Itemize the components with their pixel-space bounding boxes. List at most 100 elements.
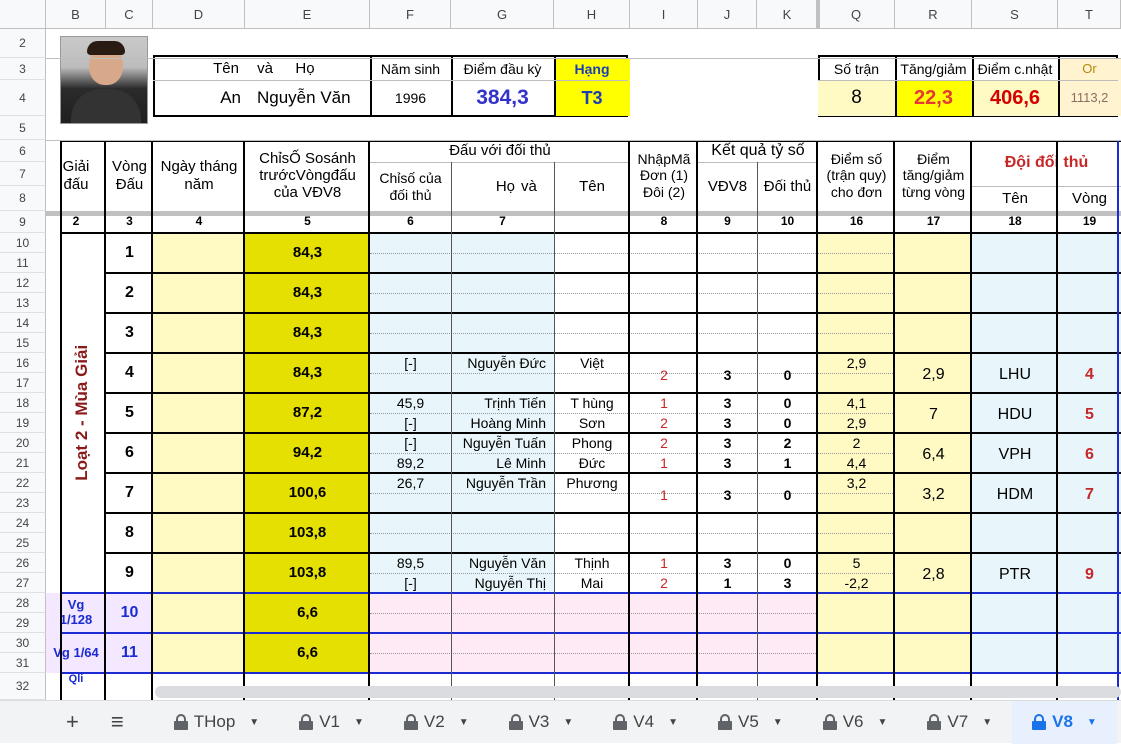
add-sheet-button[interactable]: +: [0, 701, 107, 744]
row-header-18[interactable]: 18: [0, 393, 46, 413]
column-header-d[interactable]: D: [153, 0, 245, 29]
input-code-cell[interactable]: 1: [630, 477, 698, 513]
row-header-12[interactable]: 12: [0, 273, 46, 293]
vdv8-score-cell[interactable]: 3: [698, 393, 757, 413]
row-header-27[interactable]: 27: [0, 573, 46, 593]
opp-surname-cell[interactable]: Nguyễn Tuấn: [451, 433, 554, 453]
round-index-1[interactable]: 84,3: [245, 233, 370, 273]
opp-team-round-cell[interactable]: 4: [1058, 353, 1121, 393]
row-header-13[interactable]: 13: [0, 293, 46, 313]
match-points-cell[interactable]: -2,2: [818, 573, 895, 593]
opp-name-cell[interactable]: Phương: [554, 473, 630, 493]
chevron-down-icon[interactable]: ▼: [563, 717, 573, 728]
match-points-cell[interactable]: 4,1: [818, 393, 895, 413]
round-index-9[interactable]: 103,8: [245, 553, 370, 593]
opp-name-cell[interactable]: Thịnh: [554, 553, 630, 573]
opp-score-cell[interactable]: 2: [757, 433, 818, 453]
row-header-3[interactable]: 3: [0, 58, 46, 80]
playoff-label[interactable]: Vg 1/64: [46, 633, 106, 673]
opp-index-cell[interactable]: [-]: [370, 573, 451, 593]
sheet-tab-v7[interactable]: V7 ▼: [907, 701, 1012, 744]
sheet-tab-v4[interactable]: V4 ▼: [593, 701, 698, 744]
column-number-18[interactable]: 18: [972, 211, 1058, 233]
sheet-tab-v6[interactable]: V6 ▼: [803, 701, 908, 744]
chevron-down-icon[interactable]: ▼: [1087, 717, 1097, 728]
match-points-cell[interactable]: 4,4: [818, 453, 895, 473]
change-label[interactable]: Tăng/giảm: [895, 58, 972, 80]
start-points-label[interactable]: Điểm đầu kỳ: [451, 58, 554, 80]
playoff-index[interactable]: 6,6: [245, 633, 370, 673]
match-points-cell[interactable]: 3,2: [818, 473, 895, 493]
opp-score-cell[interactable]: 0: [757, 393, 818, 413]
team-name-header[interactable]: Tên: [972, 186, 1058, 211]
row-header-14[interactable]: 14: [0, 313, 46, 333]
vdv8-header[interactable]: VĐV8: [698, 162, 757, 211]
opp-score-cell[interactable]: 0: [757, 413, 818, 433]
opp-name-cell[interactable]: Phong: [554, 433, 630, 453]
round-change-cell[interactable]: 2,8: [895, 553, 972, 593]
column-number-3[interactable]: 3: [106, 211, 153, 233]
opp-index-cell[interactable]: [-]: [370, 433, 451, 453]
column-header-j[interactable]: J: [698, 0, 757, 29]
round-number-7[interactable]: 7: [106, 473, 153, 513]
input-code-cell[interactable]: 2: [630, 357, 698, 393]
opp-score-cell[interactable]: 0: [757, 553, 818, 573]
opp-team-round-cell[interactable]: 7: [1058, 473, 1121, 513]
column-number-19[interactable]: 19: [1058, 211, 1121, 233]
match-points-cell[interactable]: 2,9: [818, 353, 895, 373]
row-header-11[interactable]: 11: [0, 253, 46, 273]
opp-name-cell[interactable]: Sơn: [554, 413, 630, 433]
round-number-8[interactable]: 8: [106, 513, 153, 553]
change-cell[interactable]: 22,3: [895, 80, 972, 116]
opp-index-cell[interactable]: 45,9: [370, 393, 451, 413]
sheet-tab-v5[interactable]: V5 ▼: [698, 701, 803, 744]
playoff-round-number[interactable]: 11: [106, 633, 153, 673]
vdv8-score-cell[interactable]: 3: [698, 413, 757, 433]
opp-surname-cell[interactable]: Hoàng Minh: [451, 413, 554, 433]
row-header-16[interactable]: 16: [0, 353, 46, 373]
vdv8-score-cell[interactable]: 3: [698, 553, 757, 573]
team-round-header[interactable]: Vòng: [1058, 186, 1121, 211]
round-index-2[interactable]: 84,3: [245, 273, 370, 313]
select-all-corner[interactable]: [0, 0, 46, 29]
vdv8-score-cell[interactable]: 3: [698, 433, 757, 453]
opp-team-header[interactable]: Đội đối thủ: [972, 140, 1121, 186]
tournament-header[interactable]: Giải đấu: [46, 140, 106, 211]
sheet-tab-thop[interactable]: THop ▼: [154, 701, 279, 744]
opp-score-cell[interactable]: 0: [757, 477, 818, 513]
opp-surname-cell[interactable]: Nguyễn Trần: [451, 473, 554, 493]
column-number-2[interactable]: 2: [46, 211, 106, 233]
opp-score-cell[interactable]: 3: [757, 573, 818, 593]
input-code-cell[interactable]: 2: [630, 573, 698, 593]
hidden-columns-indicator[interactable]: [816, 0, 820, 29]
spreadsheet-grid[interactable]: B C D E F G H I J K Q R S T 2 3 4 5 6 7 8 9 10 11 12 13 14 15 16 17 18…: [0, 0, 1121, 700]
row-header-30[interactable]: 30: [0, 633, 46, 653]
opp-surname-cell[interactable]: Trịnh Tiến: [451, 393, 554, 413]
score-header[interactable]: Điểm số (trận quy) cho đơn: [818, 140, 895, 211]
row-header-21[interactable]: 21: [0, 453, 46, 473]
opp-name-cell[interactable]: T hùng: [554, 393, 630, 413]
column-header-i[interactable]: I: [630, 0, 698, 29]
opp-team-round-cell[interactable]: 6: [1058, 433, 1121, 473]
column-number-9[interactable]: 9: [698, 211, 757, 233]
round-index-3[interactable]: 84,3: [245, 313, 370, 353]
round-number-5[interactable]: 5: [106, 393, 153, 433]
opp-team-cell[interactable]: HDM: [972, 473, 1058, 513]
column-number-8[interactable]: 8: [630, 211, 698, 233]
row-header-4[interactable]: 4: [0, 80, 46, 116]
round-change-cell[interactable]: 6,4: [895, 433, 972, 473]
round-index-6[interactable]: 94,2: [245, 433, 370, 473]
opp-name-cell[interactable]: Mai: [554, 573, 630, 593]
chevron-down-icon[interactable]: ▼: [982, 717, 992, 728]
matches-cell[interactable]: 8: [818, 80, 895, 116]
column-number-16[interactable]: 16: [818, 211, 895, 233]
chevron-down-icon[interactable]: ▼: [773, 717, 783, 728]
chevron-down-icon[interactable]: ▼: [878, 717, 888, 728]
round-index-7[interactable]: 100,6: [245, 473, 370, 513]
opponent-score-header[interactable]: Đối thủ: [757, 162, 818, 211]
vs-opponent-header[interactable]: Đấu với đối thủ: [370, 140, 630, 162]
matches-label[interactable]: Số trận: [818, 58, 895, 80]
row-header-2[interactable]: 2: [0, 29, 46, 58]
round-number-9[interactable]: 9: [106, 553, 153, 593]
row-header-20[interactable]: 20: [0, 433, 46, 453]
